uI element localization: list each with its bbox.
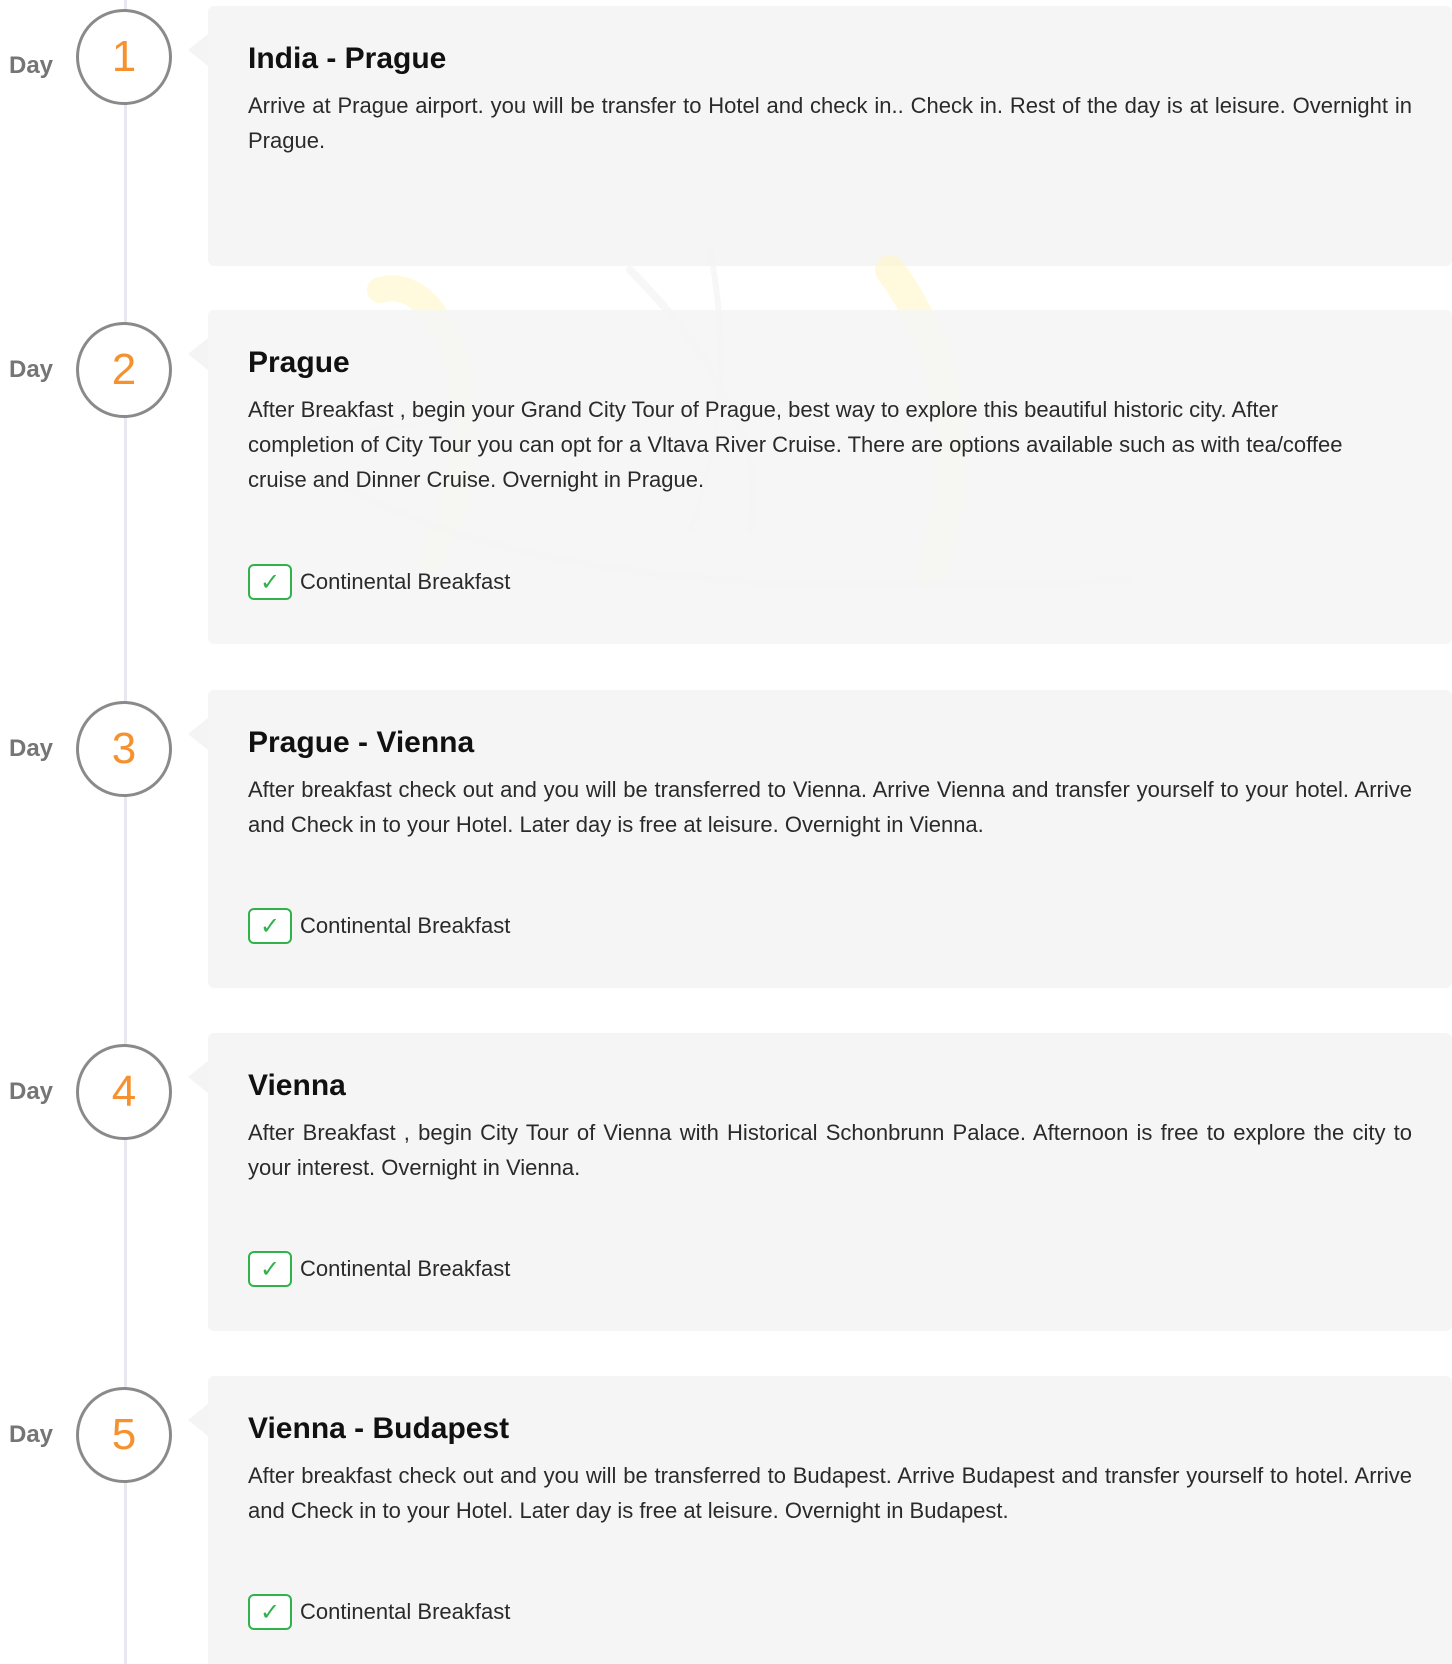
check-icon: ✓ bbox=[248, 1594, 292, 1630]
meal-inclusion: ✓ Continental Breakfast bbox=[248, 564, 510, 600]
day-title: Prague bbox=[248, 346, 350, 379]
card-pointer bbox=[188, 34, 208, 66]
day-description: After breakfast check out and you will b… bbox=[248, 1463, 1412, 1523]
day-number-circle: 1 bbox=[76, 9, 172, 105]
day-label: Day bbox=[9, 735, 54, 762]
day-label: Day bbox=[9, 1421, 54, 1448]
meal-label: Continental Breakfast bbox=[300, 569, 511, 594]
day-number: 4 bbox=[111, 1067, 137, 1116]
check-icon: ✓ bbox=[248, 908, 292, 944]
day-description: Arrive at Prague airport. you will be tr… bbox=[248, 93, 1412, 153]
day-number: 2 bbox=[111, 345, 137, 394]
card-pointer bbox=[188, 338, 208, 370]
day-description: After breakfast check out and you will b… bbox=[248, 777, 1412, 837]
card-pointer bbox=[188, 1061, 208, 1093]
meal-label: Continental Breakfast bbox=[300, 1256, 511, 1281]
day-title: Vienna bbox=[248, 1069, 346, 1102]
check-icon: ✓ bbox=[248, 1251, 292, 1287]
day-number-circle: 3 bbox=[76, 701, 172, 797]
day-card: Prague - Vienna After breakfast check ou… bbox=[208, 690, 1452, 988]
check-icon: ✓ bbox=[248, 564, 292, 600]
day-number-circle: 5 bbox=[76, 1387, 172, 1483]
card-pointer bbox=[188, 1404, 208, 1436]
day-card: Prague After Breakfast , begin your Gran… bbox=[208, 310, 1452, 644]
day-number-circle: 4 bbox=[76, 1044, 172, 1140]
meal-label: Continental Breakfast bbox=[300, 1599, 511, 1624]
day-number: 1 bbox=[111, 32, 137, 81]
day-card: India - Prague Arrive at Prague airport.… bbox=[208, 6, 1452, 266]
day-label: Day bbox=[9, 356, 54, 383]
day-card: Vienna After Breakfast , begin City Tour… bbox=[208, 1033, 1452, 1331]
meal-inclusion: ✓ Continental Breakfast bbox=[248, 1594, 510, 1630]
day-description: After Breakfast , begin your Grand City … bbox=[248, 397, 1343, 492]
day-number-circle: 2 bbox=[76, 322, 172, 418]
day-title: India - Prague bbox=[248, 42, 447, 75]
meal-label: Continental Breakfast bbox=[300, 913, 511, 938]
day-title: Vienna - Budapest bbox=[248, 1412, 510, 1445]
meal-inclusion: ✓ Continental Breakfast bbox=[248, 908, 510, 944]
day-number: 5 bbox=[111, 1410, 137, 1459]
day-label: Day bbox=[9, 52, 54, 79]
itinerary-page: India - Prague Arrive at Prague airport.… bbox=[0, 0, 1452, 1664]
day-number: 3 bbox=[111, 724, 137, 773]
day-card: Vienna - Budapest After breakfast check … bbox=[208, 1376, 1452, 1664]
day-description: After Breakfast , begin City Tour of Vie… bbox=[248, 1120, 1412, 1180]
card-pointer bbox=[188, 718, 208, 750]
meal-inclusion: ✓ Continental Breakfast bbox=[248, 1251, 510, 1287]
day-label: Day bbox=[9, 1078, 54, 1105]
day-title: Prague - Vienna bbox=[248, 726, 475, 759]
